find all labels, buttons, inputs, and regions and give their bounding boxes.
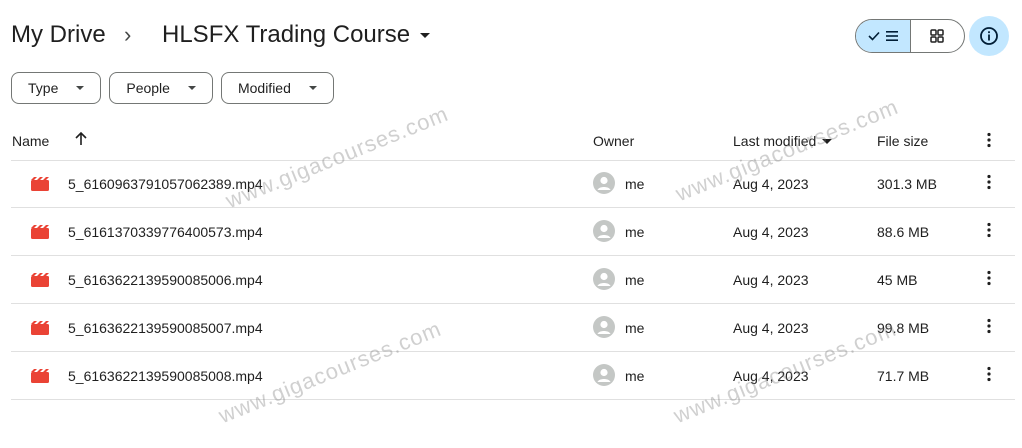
more-vert-icon[interactable] — [981, 131, 997, 149]
last-modified-date: Aug 4, 2023 — [733, 320, 809, 336]
file-size: 99.8 MB — [877, 320, 930, 336]
last-modified-date: Aug 4, 2023 — [733, 224, 809, 240]
file-row[interactable]: 5_6163622139590085006.mp4 me Aug 4, 2023… — [11, 256, 1015, 304]
filter-type-chip[interactable]: Type — [11, 72, 102, 104]
file-name: 5_6163622139590085008.mp4 — [68, 368, 263, 384]
column-header-file-size[interactable]: File size — [877, 133, 928, 149]
filter-people-chip[interactable]: People — [109, 72, 213, 104]
top-bar: My Drive › HLSFX Trading Course — [0, 0, 1022, 72]
breadcrumb-separator: › — [124, 22, 132, 47]
list-icon — [885, 31, 898, 41]
details-info-button[interactable] — [969, 16, 1009, 56]
current-folder-title: HLSFX Trading Course — [162, 21, 411, 48]
sort-caret-icon — [822, 138, 833, 144]
file-row[interactable]: 5_6161370339776400573.mp4 me Aug 4, 2023… — [11, 208, 1015, 256]
more-vert-icon[interactable] — [981, 365, 997, 383]
sort-ascending-arrow-icon[interactable] — [73, 130, 89, 148]
caret-down-icon — [187, 86, 196, 90]
avatar-icon — [593, 172, 615, 194]
file-name: 5_6161370339776400573.mp4 — [68, 224, 263, 240]
video-file-icon — [31, 177, 49, 191]
last-modified-label: Last modified — [733, 133, 817, 149]
filter-modified-label: Modified — [237, 80, 291, 96]
filter-chips: Type People Modified — [11, 72, 334, 104]
filter-type-label: Type — [28, 80, 59, 96]
owner-name: me — [625, 176, 645, 192]
caret-down-icon — [308, 86, 317, 90]
file-list: 5_6160963791057062389.mp4 me Aug 4, 2023… — [11, 160, 1015, 400]
breadcrumb-current-folder[interactable]: HLSFX Trading Course — [162, 21, 431, 49]
view-toggle — [855, 19, 965, 53]
file-size: 71.7 MB — [877, 368, 930, 384]
more-vert-icon[interactable] — [981, 317, 997, 335]
owner-name: me — [625, 272, 645, 288]
grid-view-button[interactable] — [911, 20, 965, 52]
video-file-icon — [31, 225, 49, 239]
owner-name: me — [625, 368, 645, 384]
info-icon — [980, 27, 998, 45]
avatar-icon — [593, 268, 615, 290]
video-file-icon — [31, 369, 49, 383]
more-vert-icon[interactable] — [981, 269, 997, 287]
file-size: 301.3 MB — [877, 176, 937, 192]
avatar-icon — [593, 364, 615, 386]
list-view-button[interactable] — [856, 20, 911, 52]
avatar-icon — [593, 220, 615, 242]
column-header-owner[interactable]: Owner — [593, 133, 634, 149]
file-size: 45 MB — [877, 272, 918, 288]
file-size: 88.6 MB — [877, 224, 930, 240]
avatar-icon — [593, 316, 615, 338]
column-header-last-modified[interactable]: Last modified — [733, 133, 833, 149]
file-row[interactable]: 5_6163622139590085008.mp4 me Aug 4, 2023… — [11, 352, 1015, 400]
last-modified-date: Aug 4, 2023 — [733, 272, 809, 288]
file-name: 5_6163622139590085006.mp4 — [68, 272, 263, 288]
check-icon — [868, 31, 880, 41]
table-header: Name Owner Last modified File size — [11, 120, 1015, 161]
caret-down-icon — [76, 86, 85, 90]
caret-down-icon — [420, 32, 431, 38]
filter-people-label: People — [126, 80, 170, 96]
column-header-name[interactable]: Name — [12, 133, 49, 149]
file-row[interactable]: 5_6163622139590085007.mp4 me Aug 4, 2023… — [11, 304, 1015, 352]
filter-modified-chip[interactable]: Modified — [220, 72, 334, 104]
video-file-icon — [31, 321, 49, 335]
video-file-icon — [31, 273, 49, 287]
owner-name: me — [625, 320, 645, 336]
last-modified-date: Aug 4, 2023 — [733, 368, 809, 384]
grid-icon — [930, 29, 944, 43]
file-name: 5_6163622139590085007.mp4 — [68, 320, 263, 336]
breadcrumb-root[interactable]: My Drive — [11, 21, 106, 49]
more-vert-icon[interactable] — [981, 221, 997, 239]
file-name: 5_6160963791057062389.mp4 — [68, 176, 263, 192]
owner-name: me — [625, 224, 645, 240]
file-row[interactable]: 5_6160963791057062389.mp4 me Aug 4, 2023… — [11, 160, 1015, 208]
last-modified-date: Aug 4, 2023 — [733, 176, 809, 192]
more-vert-icon[interactable] — [981, 173, 997, 191]
